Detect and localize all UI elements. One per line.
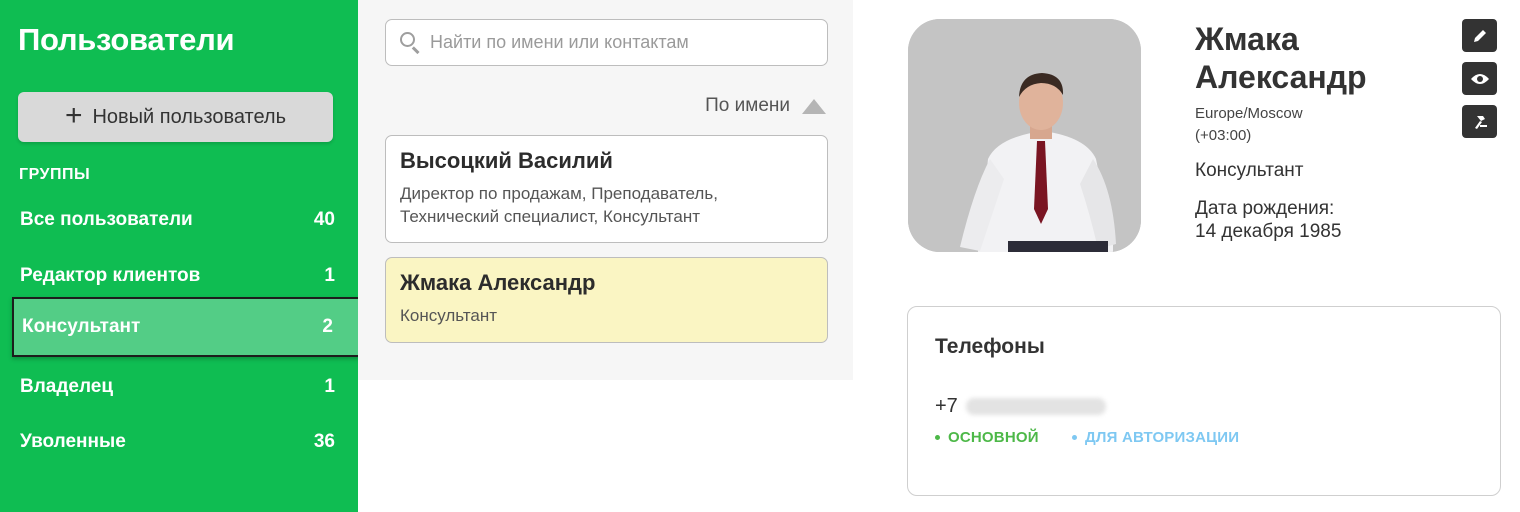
edit-icon xyxy=(1473,29,1486,42)
user-list-panel: По имени Высоцкий Василий Директор по пр… xyxy=(358,0,853,380)
group-label: Все пользователи xyxy=(20,209,193,230)
user-name: Жмака Александр xyxy=(400,270,596,295)
user-card[interactable]: Высоцкий Василий Директор по продажам, П… xyxy=(385,135,828,243)
new-user-label: Новый пользователь xyxy=(92,105,287,128)
user-roles: Консультант xyxy=(400,306,498,325)
phone-number[interactable]: +7 xyxy=(935,395,1106,418)
eye-icon xyxy=(1470,73,1489,84)
search-box[interactable] xyxy=(385,19,828,66)
group-label: Владелец xyxy=(20,376,114,397)
sidebar-item-all-users[interactable]: Все пользователи 40 xyxy=(12,192,361,248)
sidebar-item-consultant[interactable]: Консультант 2 xyxy=(12,297,361,357)
group-label: Уволенные xyxy=(20,431,126,452)
phone-redacted xyxy=(965,398,1106,415)
birthday-label: Дата рождения: xyxy=(1195,198,1335,219)
profile-name: Жмака Александр xyxy=(1195,21,1367,95)
profile-photo xyxy=(908,19,1141,252)
search-input[interactable] xyxy=(430,32,820,53)
sort-toggle[interactable]: По имени xyxy=(705,95,826,117)
phone-prefix: +7 xyxy=(935,395,958,417)
hammer-icon xyxy=(1474,115,1487,129)
person-photo-icon xyxy=(908,19,1141,252)
timezone-offset: (+03:00) xyxy=(1195,127,1252,144)
view-button[interactable] xyxy=(1462,62,1497,95)
group-count: 1 xyxy=(324,265,335,286)
new-user-button[interactable]: + Новый пользователь xyxy=(18,92,333,142)
sort-ascending-icon xyxy=(802,98,826,114)
user-card-selected[interactable]: Жмака Александр Консультант xyxy=(385,257,828,343)
tag-label: ОСНОВНОЙ xyxy=(948,429,1039,446)
phones-card: Телефоны +7 ОСНОВНОЙ ДЛЯ АВТОРИЗАЦИИ xyxy=(907,306,1501,496)
ban-button[interactable] xyxy=(1462,105,1497,138)
timezone-name: Europe/Moscow xyxy=(1195,105,1303,122)
search-icon xyxy=(398,31,422,55)
group-count: 40 xyxy=(313,209,335,230)
sidebar-item-owner[interactable]: Владелец 1 xyxy=(12,359,361,415)
user-roles: Директор по продажам, Преподаватель, Тех… xyxy=(400,184,718,226)
edit-button[interactable] xyxy=(1462,19,1497,52)
tag-primary: ОСНОВНОЙ xyxy=(935,429,1039,446)
group-count: 2 xyxy=(322,316,333,337)
sidebar-title: Пользователи xyxy=(18,22,235,57)
group-count: 1 xyxy=(324,376,335,397)
user-name: Высоцкий Василий xyxy=(400,148,613,173)
profile-role: Консультант xyxy=(1195,160,1304,181)
dot-icon xyxy=(1072,435,1077,440)
phones-title: Телефоны xyxy=(935,335,1045,358)
plus-icon: + xyxy=(64,98,83,132)
sidebar-item-fired[interactable]: Уволенные 36 xyxy=(12,414,361,470)
sort-label: По имени xyxy=(705,95,790,116)
tag-auth: ДЛЯ АВТОРИЗАЦИИ xyxy=(1072,429,1239,446)
sidebar: Пользователи + Новый пользователь ГРУППЫ… xyxy=(0,0,361,512)
group-count: 36 xyxy=(313,431,335,452)
tag-label: ДЛЯ АВТОРИЗАЦИИ xyxy=(1085,429,1240,446)
timezone: Europe/Moscow (+03:00) xyxy=(1195,103,1303,147)
dot-icon xyxy=(935,435,940,440)
group-label: Редактор клиентов xyxy=(20,265,201,286)
sidebar-item-client-editor[interactable]: Редактор клиентов 1 xyxy=(12,248,361,304)
birthday-value: 14 декабря 1985 xyxy=(1195,221,1342,242)
groups-heading: ГРУППЫ xyxy=(19,166,91,183)
group-label: Консультант xyxy=(22,316,141,337)
